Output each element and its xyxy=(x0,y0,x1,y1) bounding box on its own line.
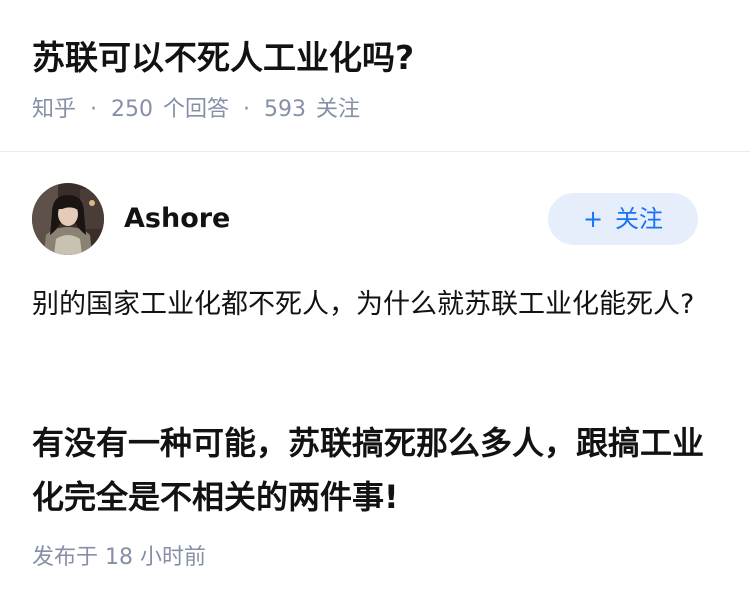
answers-count: 250 xyxy=(111,97,154,122)
question-meta: 知乎 · 250 个回答 · 593 关注 xyxy=(32,94,360,126)
answer-page: 苏联可以不死人工业化吗? 知乎 · 250 个回答 · 593 关注 Ashore + 关注 … xyxy=(0,0,750,610)
answers-label[interactable]: 个回答 xyxy=(163,97,229,122)
publish-time: 发布于 18 小时前 xyxy=(32,545,206,570)
meta-separator: · xyxy=(90,97,98,122)
source-label[interactable]: 知乎 xyxy=(32,97,76,122)
answer-paragraph: 别的国家工业化都不死人，为什么就苏联工业化能死人? xyxy=(32,289,695,320)
follow-button[interactable]: + 关注 xyxy=(548,193,698,245)
author-name[interactable]: Ashore xyxy=(124,201,230,237)
follow-label: 关注 xyxy=(615,205,664,233)
meta-separator: · xyxy=(243,97,251,122)
plus-icon: + xyxy=(582,205,604,233)
author-info: Ashore + 关注 xyxy=(32,183,718,257)
question-title[interactable]: 苏联可以不死人工业化吗? xyxy=(32,36,414,80)
followers-label[interactable]: 关注 xyxy=(316,97,360,122)
answer-paragraph-bold: 有没有一种可能，苏联搞死那么多人，跟搞工业化完全是不相关的两件事! xyxy=(32,424,705,516)
followers-count: 593 xyxy=(264,97,307,122)
question-header: 苏联可以不死人工业化吗? 知乎 · 250 个回答 · 593 关注 xyxy=(0,0,750,152)
avatar-photo xyxy=(32,183,104,255)
avatar[interactable] xyxy=(32,183,104,255)
